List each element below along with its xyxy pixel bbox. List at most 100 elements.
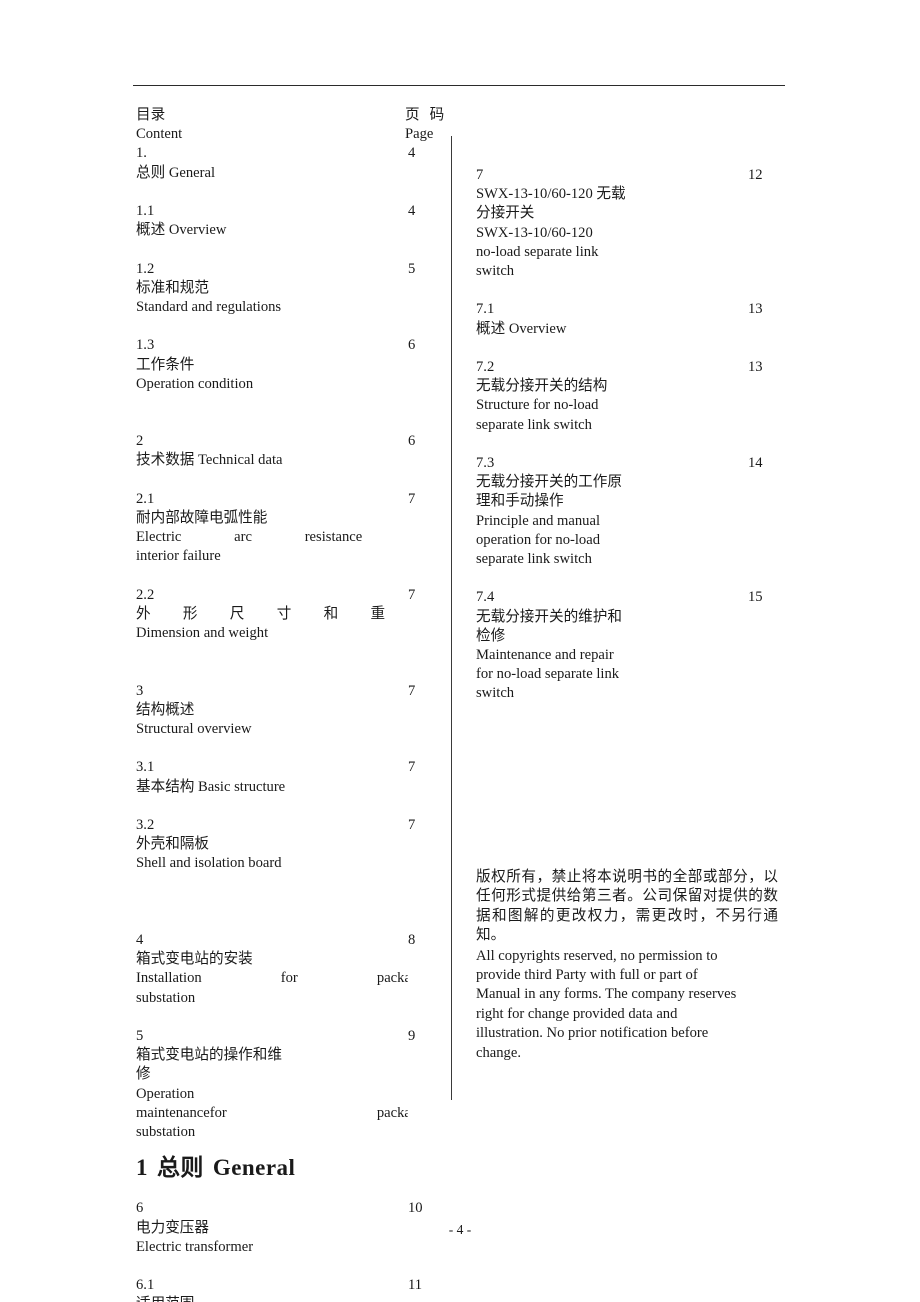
toc-entry[interactable]: 7.4 15 无载分接开关的维护和 检修 Maintenance and rep… [476, 588, 772, 1302]
toc-entry-line: Electric arc resistance for [136, 529, 432, 546]
toc-entry-title: 无载分接开关的工作原 理和手动操作 Principle and manual o… [476, 473, 772, 569]
toc-entry-number: 7.1 [476, 301, 495, 318]
toc-entry-line: Structure for no-load [476, 397, 599, 414]
column-divider-rule [451, 136, 452, 1100]
toc-entry-number: 2 [136, 433, 144, 450]
toc-entry-title: SWX-13-10/60-120 无载 分接开关 SWX-13-10/60-12… [476, 185, 772, 281]
toc-entry[interactable]: 1.1 4 概述 Overview [136, 201, 432, 1302]
toc-entry-number: 7.4 [476, 589, 495, 606]
toc-entry-page: 11 [408, 1276, 432, 1302]
toc-entry-number: 7.2 [476, 359, 495, 376]
toc-entry[interactable]: 1.3 6 工作条件 Operation condition [136, 336, 432, 1302]
toc-entry-line: Maintenance and repair [476, 647, 614, 664]
toc-entry[interactable]: 2 6 技术数据 Technical data [136, 432, 432, 1302]
toc-entry-number: 1.1 [136, 202, 155, 219]
toc-entry-line: 修 [136, 1066, 151, 1083]
toc-entry-line: substation [136, 1123, 196, 1140]
toc-entry-title: 外壳和隔板 Shell and isolation board [136, 835, 432, 873]
toc-entry-line: 外 形 尺 寸 和 重 量 [136, 606, 432, 623]
toc-entry-number: 7 [476, 167, 484, 183]
section-heading-cn: 总则 [156, 1155, 204, 1180]
toc-entry[interactable]: 4 8 箱式变电站的安装 Installation for packaged s… [136, 930, 432, 1302]
toc-entry-line: for no-load separate link [476, 666, 620, 683]
toc-entry-line: separate link switch [476, 551, 592, 568]
toc-entry[interactable]: 7.1 13 概述 Overview [476, 300, 772, 1302]
toc-entry-title: 外 形 尺 寸 和 重 量 Dimension and weight [136, 605, 432, 643]
toc-entry-line: 分接开关 [476, 205, 535, 222]
toc-entry-line: no-load separate link [476, 243, 599, 260]
toc-entry-line: 箱式变电站的安装 [136, 951, 253, 968]
toc-label-cn: 目录 [136, 107, 166, 123]
copyright-line: Manual in any forms. The company reserve… [476, 986, 737, 1003]
toc-left-column: 目录 页 码 Content Page 1. 4 总则 General 1.1 … [136, 106, 444, 1302]
section-heading-en: General [212, 1155, 296, 1180]
toc-page-label-en: Page [405, 126, 434, 143]
toc-entry[interactable]: 6.1 11 适用范围 Applicable scope [136, 1276, 432, 1302]
header-divider-rule [133, 85, 785, 86]
toc-entry-title: 标准和规范 Standard and regulations [136, 279, 432, 317]
footer-page-number: - 4 - [448, 1222, 472, 1237]
toc-entry-number: 2.2 [136, 586, 155, 603]
toc-entry-line: 适用范围 [136, 1295, 432, 1302]
toc-entry-line: 基本结构 Basic structure [136, 778, 286, 795]
copyright-line: right for change provided data and [476, 1005, 678, 1022]
toc-entry[interactable]: 7.2 13 无载分接开关的结构 Structure for no-load s… [476, 358, 772, 1302]
toc-entry-line: Shell and isolation board [136, 855, 282, 872]
toc-entry-line: 检修 [476, 627, 506, 644]
copyright-text-en: All copyrights reserved, no permission t… [476, 947, 778, 1063]
toc-entry[interactable]: 1.2 5 标准和规范 Standard and regulations [136, 259, 432, 1302]
toc-entry-line: 概述 Overview [136, 222, 227, 239]
copyright-line: change. [476, 1044, 521, 1061]
toc-entry-line: Operation and [136, 1085, 432, 1102]
toc-entry[interactable]: 3 7 结构概述 Structural overview [136, 681, 432, 1302]
toc-entry-number: 4 [136, 931, 144, 948]
toc-entry[interactable]: 7 12 SWX-13-10/60-120 无载 分接开关 SWX-13-10/… [476, 166, 772, 1302]
toc-spacer [136, 413, 432, 432]
toc-entry-line: 标准和规范 [136, 279, 209, 296]
toc-entry-line: 理和手动操作 [476, 493, 564, 510]
toc-entry[interactable]: 5 9 箱式变电站的操作和维 修 Operation and maintenan… [136, 1026, 432, 1302]
toc-entry-line: 工作条件 [136, 356, 195, 373]
toc-right-column: 7 12 SWX-13-10/60-120 无载 分接开关 SWX-13-10/… [476, 166, 772, 1302]
toc-entry-line: switch [476, 263, 515, 280]
toc-page-label-cn: 页 码 [405, 107, 448, 123]
toc-entry-title: 概述 Overview [476, 320, 772, 339]
toc-entry-line: operation for no-load [476, 531, 601, 548]
toc-entry-title: 箱式变电站的安装 Installation for packaged subst… [136, 950, 432, 1008]
toc-entry-line: interior failure [136, 548, 221, 565]
section-heading: 1 总则 General [136, 1148, 295, 1182]
toc-entry-line: Electric transformer [136, 1238, 254, 1255]
toc-entry-line: 箱式变电站的操作和维 [136, 1047, 282, 1064]
toc-entry-number: 3.1 [136, 759, 155, 776]
toc-entry-number: 5 [136, 1027, 144, 1044]
toc-entry-line: substation [136, 989, 196, 1006]
toc-entry-title: 结构概述 Structural overview [136, 701, 432, 739]
toc-entry-number: 3.2 [136, 817, 155, 834]
toc-entry[interactable]: 3.1 7 基本结构 Basic structure [136, 758, 432, 1302]
toc-entry-title: 概述 Overview [136, 221, 432, 240]
toc-spacer [136, 893, 432, 931]
toc-entry-number: 3 [136, 682, 144, 699]
document-page: 目录 页 码 Content Page 1. 4 总则 General 1.1 … [0, 0, 920, 1302]
section-heading-number: 1 [136, 1155, 148, 1180]
toc-entry[interactable]: 2.2 7 外 形 尺 寸 和 重 量 Dimension and weight [136, 585, 432, 1302]
toc-label-en: Content [136, 126, 183, 143]
toc-entry-line: 技术数据 Technical data [136, 452, 283, 469]
toc-entry-title: 无载分接开关的结构 Structure for no-load separate… [476, 377, 772, 435]
toc-entry[interactable]: 7.3 14 无载分接开关的工作原 理和手动操作 Principle and m… [476, 454, 772, 1302]
copyright-line: provide third Party with full or part of [476, 967, 698, 984]
toc-entry-title: 无载分接开关的维护和 检修 Maintenance and repair for… [476, 608, 772, 704]
toc-entry[interactable]: 3.2 7 外壳和隔板 Shell and isolation board [136, 816, 432, 1302]
toc-entry-line: 总则 General [136, 164, 216, 181]
toc-entry-number: 2.1 [136, 490, 155, 507]
toc-entry[interactable]: 2.1 7 耐内部故障电弧性能 Electric arc resistance … [136, 489, 432, 1302]
toc-entry-number: 1.3 [136, 337, 155, 354]
toc-entry-title: 技术数据 Technical data [136, 451, 432, 470]
copyright-notice: 版权所有，禁止将本说明书的全部或部分，以任何形式提供给第三者。公司保留对提供的数… [476, 868, 778, 1063]
toc-entry-line: Principle and manual [476, 512, 601, 529]
toc-entry[interactable]: 1. 4 总则 General [136, 144, 432, 1302]
toc-entry-line: 外壳和隔板 [136, 836, 209, 853]
toc-header-en: Content Page [136, 125, 434, 144]
toc-entry-title: 耐内部故障电弧性能 Electric arc resistance for in… [136, 509, 432, 567]
toc-entry-line: Installation for packaged [136, 970, 432, 987]
